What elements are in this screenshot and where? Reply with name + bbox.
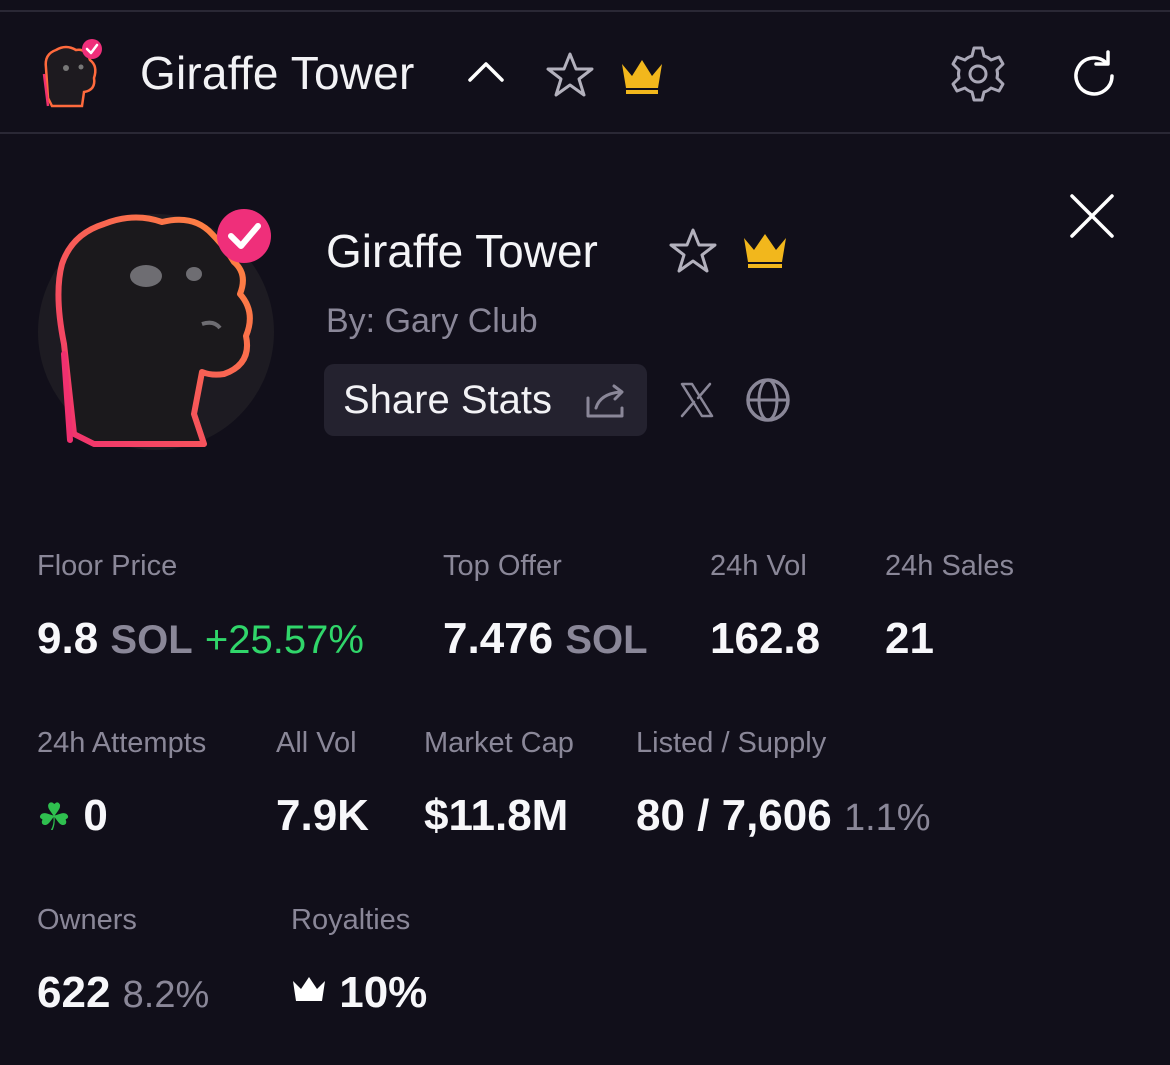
owners-count: 622	[37, 968, 111, 1017]
floor-price-label: Floor Price	[37, 550, 178, 582]
share-stats-button[interactable]: Share Stats	[324, 364, 647, 436]
market-cap-value: $11.8M	[424, 791, 569, 840]
market-cap-label: Market Cap	[424, 727, 574, 759]
star-icon[interactable]	[544, 50, 596, 100]
vol-24h-value: 162.8	[710, 614, 821, 663]
top-offer-label: Top Offer	[443, 550, 562, 582]
sales-24h-value: 21	[885, 614, 934, 663]
sales-24h-label: 24h Sales	[885, 550, 1014, 582]
listed-percent: 1.1%	[843, 797, 931, 839]
gear-icon[interactable]	[948, 44, 1008, 104]
collection-header: Giraffe Tower	[0, 12, 1170, 134]
crown-icon	[622, 60, 662, 94]
owners-percent: 8.2%	[122, 974, 210, 1016]
share-icon	[586, 384, 624, 418]
collection-title: Giraffe Tower	[326, 225, 598, 277]
floor-price-value: 9.8 SOL +25.57%	[37, 614, 364, 664]
owners-label: Owners	[37, 904, 137, 936]
floor-price-change: +25.57%	[204, 618, 364, 662]
vol-24h-label: 24h Vol	[710, 550, 807, 582]
top-divider	[0, 0, 1170, 12]
all-vol-label: All Vol	[276, 727, 357, 759]
royalties-label: Royalties	[291, 904, 411, 936]
listed-supply-count: 80 / 7,606	[636, 791, 832, 840]
header-title: Giraffe Tower	[140, 47, 415, 99]
floor-price-unit: SOL	[110, 618, 193, 662]
owners-value: 622 8.2%	[37, 968, 209, 1018]
listed-supply-value: 80 / 7,606 1.1%	[636, 791, 931, 841]
top-offer-value: 7.476 SOL	[443, 614, 648, 664]
crown-icon	[744, 234, 786, 268]
listed-supply-label: Listed / Supply	[636, 727, 827, 759]
share-stats-label: Share Stats	[343, 378, 553, 422]
royalties-percent: 10%	[339, 968, 428, 1017]
top-offer-unit: SOL	[565, 618, 648, 662]
x-twitter-icon[interactable]	[676, 380, 716, 420]
favorite-star-icon[interactable]	[666, 226, 720, 276]
floor-price-amount: 9.8	[37, 614, 99, 663]
attempts-24h-label: 24h Attempts	[37, 727, 207, 759]
creator-text: By: Gary Club	[326, 302, 538, 340]
royalties-value: 10%	[291, 968, 427, 1018]
collection-avatar-large	[38, 209, 274, 450]
clover-icon: ☘	[37, 797, 72, 839]
top-offer-amount: 7.476	[443, 614, 554, 663]
collection-avatar	[42, 39, 102, 108]
refresh-icon[interactable]	[1066, 48, 1122, 104]
crown-icon	[293, 977, 325, 1001]
all-vol-value: 7.9K	[276, 791, 369, 840]
chevron-up-icon[interactable]	[466, 56, 506, 90]
attempts-24h-value: ☘ 0	[37, 791, 108, 841]
website-globe-icon[interactable]	[744, 376, 792, 424]
close-icon[interactable]	[1066, 190, 1118, 242]
attempts-24h-count: 0	[83, 791, 108, 840]
